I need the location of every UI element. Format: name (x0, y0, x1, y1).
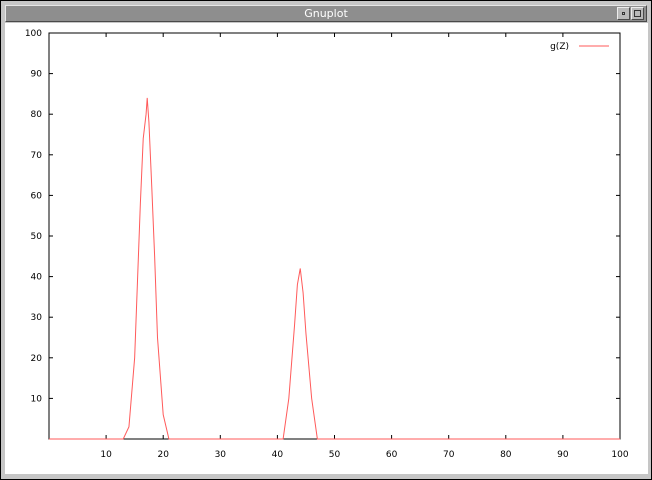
gnuplot-window: Gnuplot 10 20 30 40 50 60 70 80 90 100 10 20 30 40 50… (0, 0, 652, 480)
y-tick-label: 30 (31, 313, 43, 323)
y-tick-labels: 10 20 30 40 50 60 70 80 90 100 (25, 29, 42, 404)
x-tick-label: 60 (386, 450, 398, 460)
tick-marks (49, 32, 621, 439)
minimize-button[interactable] (617, 7, 630, 20)
x-tick-label: 70 (443, 450, 455, 460)
legend-label: g(Z) (550, 42, 569, 52)
y-tick-label: 80 (31, 110, 43, 120)
x-tick-label: 10 (100, 450, 112, 460)
y-tick-label: 100 (25, 29, 42, 39)
x-tick-label: 30 (215, 450, 227, 460)
maximize-icon (634, 10, 641, 17)
series-group (49, 97, 620, 440)
y-tick-label: 40 (31, 273, 43, 283)
line-chart: 10 20 30 40 50 60 70 80 90 100 10 20 30 40 50 60 70 80 90… (25, 29, 629, 460)
x-tick-label: 80 (500, 450, 512, 460)
window-title: Gnuplot (304, 7, 348, 20)
x-tick-label: 50 (329, 450, 341, 460)
y-tick-label: 90 (31, 70, 43, 80)
x-tick-label: 100 (611, 450, 628, 460)
series-line (49, 97, 620, 440)
plot-border (48, 32, 621, 440)
y-tick-label: 70 (31, 151, 43, 161)
minimize-icon (622, 12, 625, 15)
plot-canvas[interactable]: 10 20 30 40 50 60 70 80 90 100 10 20 30 40 50 60 70 80 90… (5, 23, 648, 474)
x-tick-label: 40 (272, 450, 284, 460)
legend: g(Z) (550, 42, 609, 52)
maximize-button[interactable] (631, 7, 644, 20)
x-tick-labels: 10 20 30 40 50 60 70 80 90 100 (100, 450, 628, 460)
x-tick-label: 20 (157, 450, 169, 460)
x-tick-label: 90 (557, 450, 569, 460)
y-tick-label: 20 (31, 354, 43, 364)
y-tick-label: 10 (31, 394, 43, 404)
y-tick-label: 60 (31, 191, 43, 201)
y-tick-label: 50 (31, 232, 43, 242)
title-bar[interactable]: Gnuplot (5, 5, 647, 22)
